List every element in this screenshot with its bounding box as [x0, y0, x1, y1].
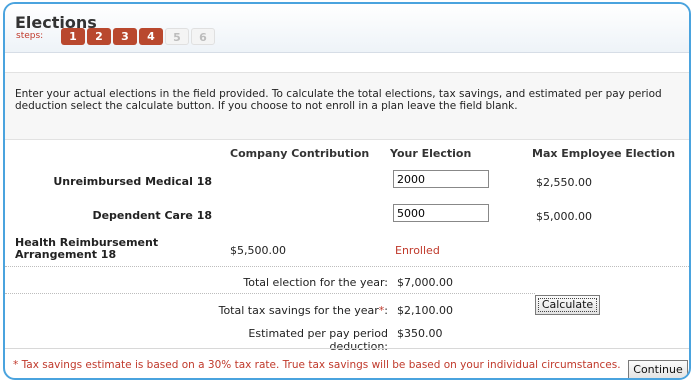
- election-input-unreimbursed-medical[interactable]: [393, 170, 489, 188]
- plan-label-unreimbursed-medical: Unreimbursed Medical 18: [53, 175, 212, 188]
- instructions-text: Enter your actual elections in the field…: [15, 88, 662, 112]
- step-4[interactable]: 4: [139, 28, 163, 45]
- enrolled-status: Enrolled: [395, 244, 440, 257]
- tax-footnote: * Tax savings estimate is based on a 30%…: [13, 359, 621, 371]
- col-header-max: Max Employee Election: [532, 147, 676, 160]
- per-pay-value: $350.00: [397, 327, 443, 340]
- calculate-button[interactable]: Calculate: [535, 295, 600, 315]
- tax-savings-label-text: Total tax savings for the year: [218, 304, 379, 317]
- footer-divider: [5, 348, 689, 349]
- total-election-label: Total election for the year:: [243, 276, 388, 289]
- panel-header: Elections steps: 1 2 3 4 5 6: [5, 4, 689, 53]
- plan-label-dependent-care: Dependent Care 18: [92, 209, 212, 222]
- election-input-dependent-care[interactable]: [393, 204, 489, 222]
- per-pay-label: Estimated per pay period deduction:: [248, 327, 388, 353]
- row-divider: [5, 266, 689, 267]
- tax-savings-label: Total tax savings for the year*:: [205, 304, 388, 317]
- col-header-election: Your Election: [390, 147, 472, 160]
- max-value-unreimbursed-medical: $2,550.00: [536, 176, 592, 189]
- continue-button[interactable]: Continue: [628, 360, 688, 378]
- steps-label: steps:: [16, 31, 44, 41]
- elections-panel: Elections steps: 1 2 3 4 5 6 Enter your …: [3, 2, 691, 380]
- tax-savings-colon: :: [384, 304, 388, 317]
- col-header-company: Company Contribution: [230, 147, 370, 160]
- company-contribution-hra: $5,500.00: [230, 244, 286, 257]
- step-6: 6: [191, 28, 215, 45]
- step-3[interactable]: 3: [113, 28, 137, 45]
- step-5: 5: [165, 28, 189, 45]
- plan-label-health-reimbursement: Health Reimbursement Arrangement 18: [15, 236, 159, 261]
- totals-divider: [5, 293, 535, 294]
- step-2[interactable]: 2: [87, 28, 111, 45]
- max-value-dependent-care: $5,000.00: [536, 210, 592, 223]
- total-election-value: $7,000.00: [397, 276, 453, 289]
- tax-savings-value: $2,100.00: [397, 304, 453, 317]
- step-1[interactable]: 1: [61, 28, 85, 45]
